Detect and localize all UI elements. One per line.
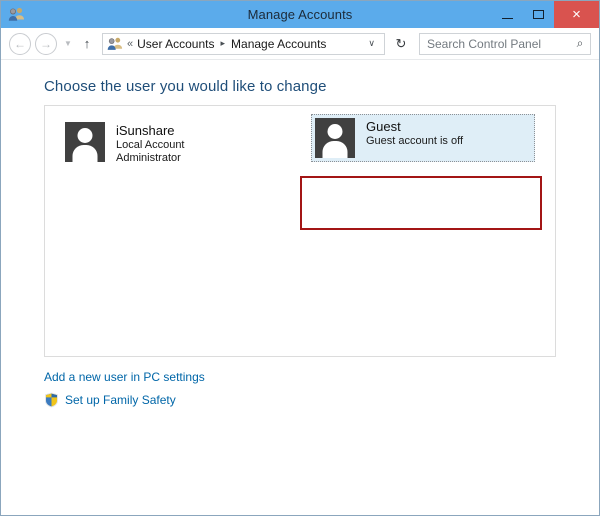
- shield-icon: [45, 392, 58, 408]
- content-area: Choose the user you would like to change…: [1, 60, 599, 515]
- avatar-head: [327, 124, 343, 139]
- minimize-button[interactable]: [492, 1, 523, 28]
- account-role: Administrator: [116, 152, 181, 164]
- avatar: [65, 122, 105, 162]
- account-details: Guest Guest account is off: [366, 118, 463, 148]
- maximize-icon: [533, 10, 544, 19]
- search-input[interactable]: Search Control Panel: [420, 37, 570, 51]
- account-list-item-right[interactable]: Guest Guest account is off: [311, 114, 535, 162]
- family-safety-row[interactable]: Set up Family Safety: [44, 392, 205, 408]
- address-bar[interactable]: « User Accounts ▸ Manage Accounts ∨: [102, 32, 385, 55]
- user-accounts-icon: [8, 7, 24, 21]
- close-icon: ×: [572, 6, 581, 23]
- search-box[interactable]: Search Control Panel ⌕: [419, 32, 591, 55]
- navigation-bar: ← → ▼ ↑ « User Accounts ▸ Manage Account…: [1, 28, 599, 60]
- minimize-icon: [502, 18, 513, 19]
- account-name: iSunshare: [116, 123, 175, 138]
- account-guest[interactable]: Guest Guest account is off: [311, 114, 535, 162]
- title-bar[interactable]: Manage Accounts ×: [1, 1, 599, 28]
- window-controls: ×: [492, 1, 599, 28]
- breadcrumb-overflow-icon[interactable]: «: [127, 38, 133, 50]
- back-button[interactable]: ←: [9, 32, 31, 55]
- avatar-body: [322, 141, 348, 158]
- breadcrumb-user-accounts[interactable]: User Accounts: [137, 37, 214, 51]
- account-list-item-left[interactable]: iSunshare Local Account Administrator: [61, 118, 191, 169]
- page-title: Choose the user you would like to change: [44, 78, 327, 95]
- search-icon[interactable]: ⌕: [570, 36, 590, 51]
- manage-accounts-window: Manage Accounts × ← → ▼ ↑ « User Account…: [0, 0, 600, 516]
- breadcrumb-manage-accounts[interactable]: Manage Accounts: [231, 37, 326, 51]
- avatar-body: [72, 145, 98, 162]
- forward-button[interactable]: →: [35, 32, 57, 55]
- avatar: [315, 118, 355, 158]
- recent-locations-icon[interactable]: ▼: [61, 39, 75, 48]
- refresh-button[interactable]: ↻: [389, 33, 413, 55]
- maximize-button[interactable]: [523, 1, 554, 28]
- account-details: iSunshare Local Account Administrator: [116, 122, 185, 165]
- address-dropdown-icon[interactable]: ∨: [364, 38, 384, 49]
- close-button[interactable]: ×: [554, 1, 599, 28]
- bottom-links: Add a new user in PC settings Set up Fam…: [44, 368, 205, 408]
- address-user-accounts-icon: [107, 37, 123, 50]
- account-name: Guest: [366, 119, 401, 134]
- breadcrumb-separator-icon[interactable]: ▸: [221, 38, 226, 49]
- account-status: Guest account is off: [366, 135, 464, 147]
- add-new-user-link[interactable]: Add a new user in PC settings: [44, 368, 205, 386]
- family-safety-link[interactable]: Set up Family Safety: [65, 393, 176, 407]
- account-type: Local Account: [116, 139, 185, 151]
- avatar-head: [77, 128, 93, 143]
- account-isunshare[interactable]: iSunshare Local Account Administrator: [61, 118, 191, 169]
- user-accounts-panel: iSunshare Local Account Administrator Gu…: [44, 105, 556, 357]
- up-one-level-button[interactable]: ↑: [77, 36, 97, 51]
